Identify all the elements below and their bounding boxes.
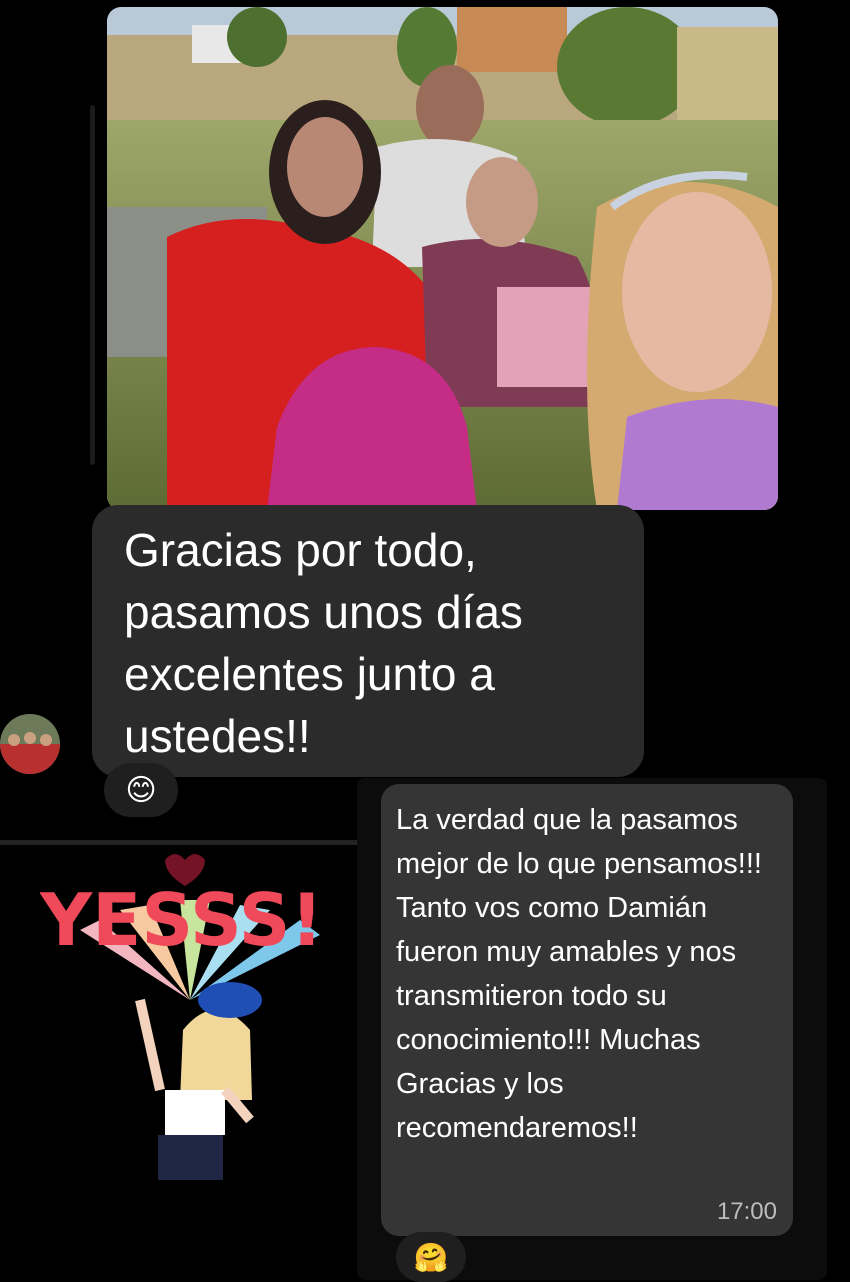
sent-message-text: La verdad que la pasamos mejor de lo que… <box>396 804 762 1144</box>
avatar-image <box>0 714 60 774</box>
scrollbar[interactable] <box>90 105 95 465</box>
hugging-face-icon: 🤗 <box>413 1241 449 1273</box>
received-message-bubble[interactable]: Gracias por todo, pasamos unos días exce… <box>92 505 644 777</box>
photo-message[interactable] <box>107 7 778 510</box>
smiling-face-icon: 😊 <box>125 773 157 807</box>
message-timestamp: 17:00 <box>716 1198 777 1225</box>
received-message-text: Gracias por todo, pasamos unos días exce… <box>124 524 523 762</box>
reaction-hug-badge[interactable]: 🤗 <box>396 1232 466 1282</box>
yesss-text: YESSS! <box>40 878 323 962</box>
divider <box>0 840 358 845</box>
group-selfie-image <box>107 7 778 510</box>
reaction-smile-badge[interactable]: 😊 <box>104 763 178 817</box>
contact-avatar[interactable] <box>0 714 60 774</box>
sticker-image: YESSS! <box>39 854 323 1180</box>
yesss-sticker[interactable]: YESSS! <box>39 850 365 1195</box>
sent-message-bubble[interactable]: La verdad que la pasamos mejor de lo que… <box>381 784 793 1236</box>
